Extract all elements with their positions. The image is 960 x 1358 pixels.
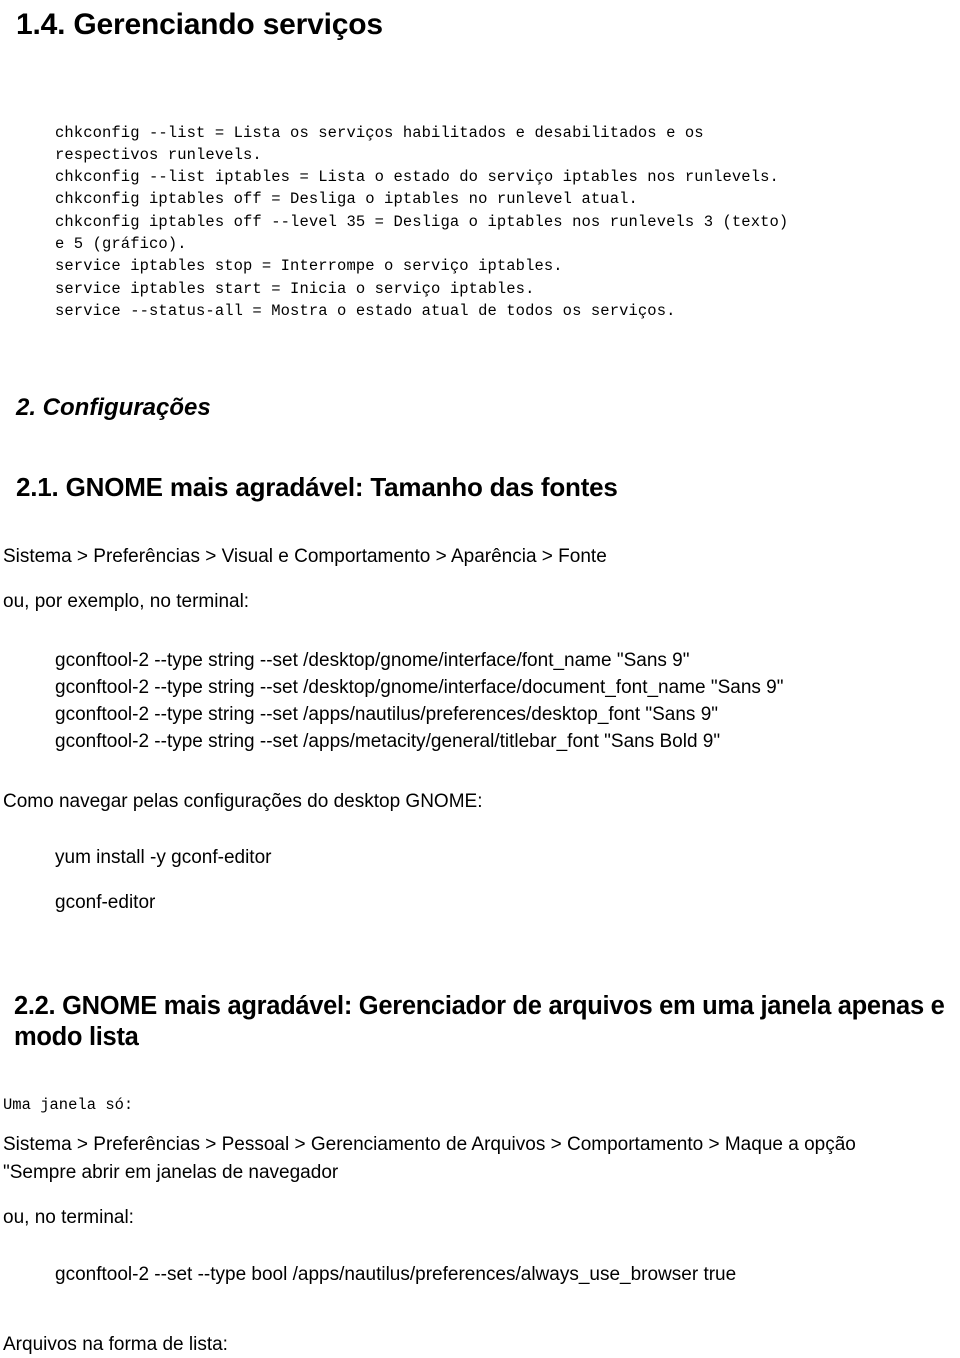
document-page: 1.4. Gerenciando serviços chkconfig --li…	[0, 0, 960, 1355]
heading-1-4: 1.4. Gerenciando serviços	[16, 8, 383, 41]
command-gconf-editor: gconf-editor	[55, 892, 156, 913]
command-yum-install-gconf-editor: yum install -y gconf-editor	[55, 847, 272, 868]
command-gconftool-always-use-browser: gconftool-2 --set --type bool /apps/naut…	[55, 1264, 737, 1285]
code-block-chkconfig: chkconfig --list = Lista os serviços hab…	[55, 123, 789, 320]
note-uma-janela-so: Uma janela só:	[3, 1095, 134, 1114]
command-block-gconftool-fonts: gconftool-2 --type string --set /desktop…	[55, 650, 784, 752]
menu-path-option-quote: "Sempre abrir em janelas de navegador	[3, 1162, 339, 1183]
menu-path-gerenciamento-arquivos: Sistema > Preferências > Pessoal > Geren…	[3, 1134, 856, 1155]
menu-path-fonte: Sistema > Preferências > Visual e Compor…	[3, 546, 607, 567]
terminal-intro-fonte: ou, por exemplo, no terminal:	[3, 591, 250, 612]
heading-2-2: 2.2. GNOME mais agradável: Gerenciador d…	[14, 992, 945, 1051]
heading-2-configuracoes: 2. Configurações	[16, 394, 211, 421]
footer-arquivos-lista: Arquivos na forma de lista:	[3, 1334, 228, 1355]
heading-2-1: 2.1. GNOME mais agradável: Tamanho das f…	[16, 472, 618, 502]
terminal-intro-navegador: ou, no terminal:	[3, 1207, 134, 1228]
navigate-gnome-line: Como navegar pelas configurações do desk…	[3, 791, 483, 812]
